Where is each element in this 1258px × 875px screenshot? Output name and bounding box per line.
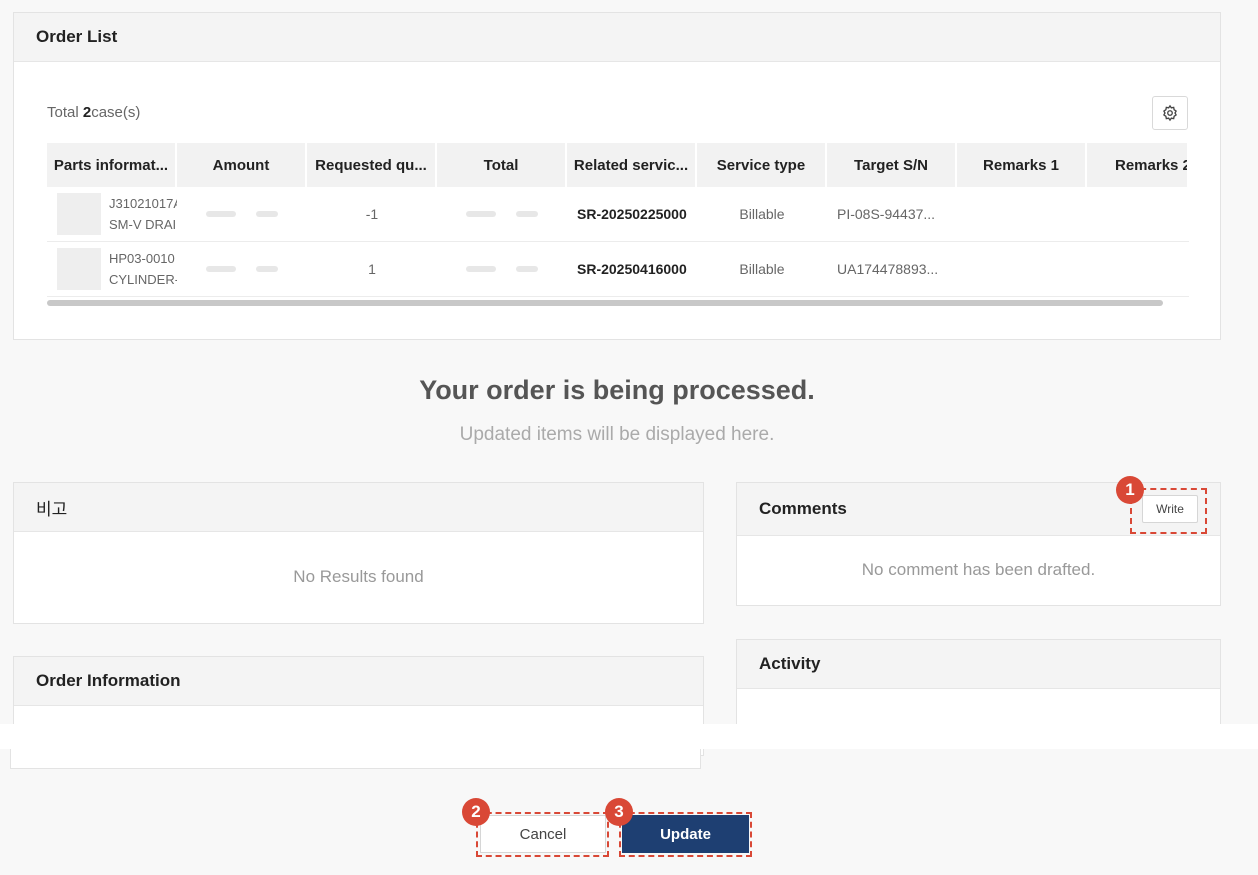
- column-header[interactable]: Target S/N: [827, 143, 957, 187]
- part-name: CYLINDER-: [109, 272, 177, 287]
- part-code: HP03-0010: [109, 251, 175, 266]
- remarks2-cell: [1087, 242, 1189, 296]
- horizontal-scrollbar[interactable]: [47, 300, 1163, 306]
- remarks-empty-text: No Results found: [293, 567, 424, 586]
- part-code: J31021017A: [109, 196, 177, 211]
- activity-title: Activity: [737, 640, 1220, 689]
- column-header[interactable]: Parts informat...: [47, 143, 177, 187]
- table-row[interactable]: J31021017A SM-V DRAI -1 SR-20250225000 B…: [47, 187, 1189, 242]
- requested-qty-cell: -1: [365, 206, 379, 222]
- remarks-panel: 비고 No Results found: [13, 482, 704, 624]
- remarks1-cell: [957, 187, 1087, 241]
- related-service-cell: SR-20250225000: [567, 187, 697, 241]
- column-header[interactable]: Remarks 1: [957, 143, 1087, 187]
- table-header: Parts informat... Amount Requested qu...…: [47, 143, 1189, 187]
- related-service-cell: SR-20250416000: [567, 242, 697, 296]
- part-thumbnail: [57, 193, 101, 235]
- target-sn-cell: PI-08S-94437...: [837, 206, 936, 222]
- total-number: 2: [82, 104, 92, 121]
- amount-cell: [177, 187, 307, 241]
- total-count: Total 2case(s): [47, 104, 140, 121]
- target-sn-cell: UA174478893...: [837, 261, 939, 277]
- total-cell: [437, 242, 567, 296]
- remarks2-cell: [1087, 187, 1189, 241]
- order-information-panel-bottom: [10, 749, 701, 769]
- total-cell: [437, 187, 567, 241]
- part-info-cell: HP03-0010 CYLINDER-: [47, 242, 177, 296]
- annotation-box-update: [619, 812, 752, 857]
- column-header[interactable]: Requested qu...: [307, 143, 437, 187]
- order-list-panel: Order List Total 2case(s) Parts informat…: [13, 12, 1221, 340]
- column-header[interactable]: Remarks 2: [1087, 143, 1189, 187]
- footer-band: [0, 724, 1258, 749]
- order-information-title: Order Information: [14, 657, 703, 706]
- part-info-cell: J31021017A SM-V DRAI: [47, 187, 177, 241]
- related-service-id[interactable]: SR-20250225000: [577, 206, 687, 222]
- processing-title: Your order is being processed.: [419, 375, 815, 405]
- requested-qty-cell: 1: [368, 261, 376, 277]
- remarks-title: 비고: [14, 483, 703, 532]
- column-header[interactable]: Amount: [177, 143, 307, 187]
- part-thumbnail: [57, 248, 101, 290]
- service-type-cell: Billable: [739, 261, 785, 277]
- column-header[interactable]: Total: [437, 143, 567, 187]
- order-table: Parts informat... Amount Requested qu...…: [47, 143, 1189, 308]
- annotation-box-cancel: [476, 812, 609, 857]
- processing-subtitle: Updated items will be displayed here.: [459, 424, 775, 445]
- remarks1-cell: [957, 242, 1087, 296]
- total-prefix: Total: [47, 104, 79, 121]
- part-name: SM-V DRAI: [109, 217, 177, 232]
- comments-empty-text: No comment has been drafted.: [861, 560, 1096, 579]
- total-suffix: case(s): [91, 104, 141, 121]
- amount-cell: [177, 242, 307, 296]
- annotation-badge-1: 1: [1116, 476, 1144, 504]
- service-type-cell: Billable: [739, 206, 785, 222]
- gear-icon: [1163, 104, 1177, 122]
- annotation-badge-2: 2: [462, 798, 490, 826]
- column-header[interactable]: Related servic...: [567, 143, 697, 187]
- order-list-title: Order List: [14, 13, 1220, 62]
- table-settings-button[interactable]: [1152, 96, 1188, 130]
- table-row[interactable]: HP03-0010 CYLINDER- 1 SR-20250416000 Bil…: [47, 242, 1189, 297]
- annotation-badge-3: 3: [605, 798, 633, 826]
- column-header[interactable]: Service type: [697, 143, 827, 187]
- related-service-id[interactable]: SR-20250416000: [577, 261, 687, 277]
